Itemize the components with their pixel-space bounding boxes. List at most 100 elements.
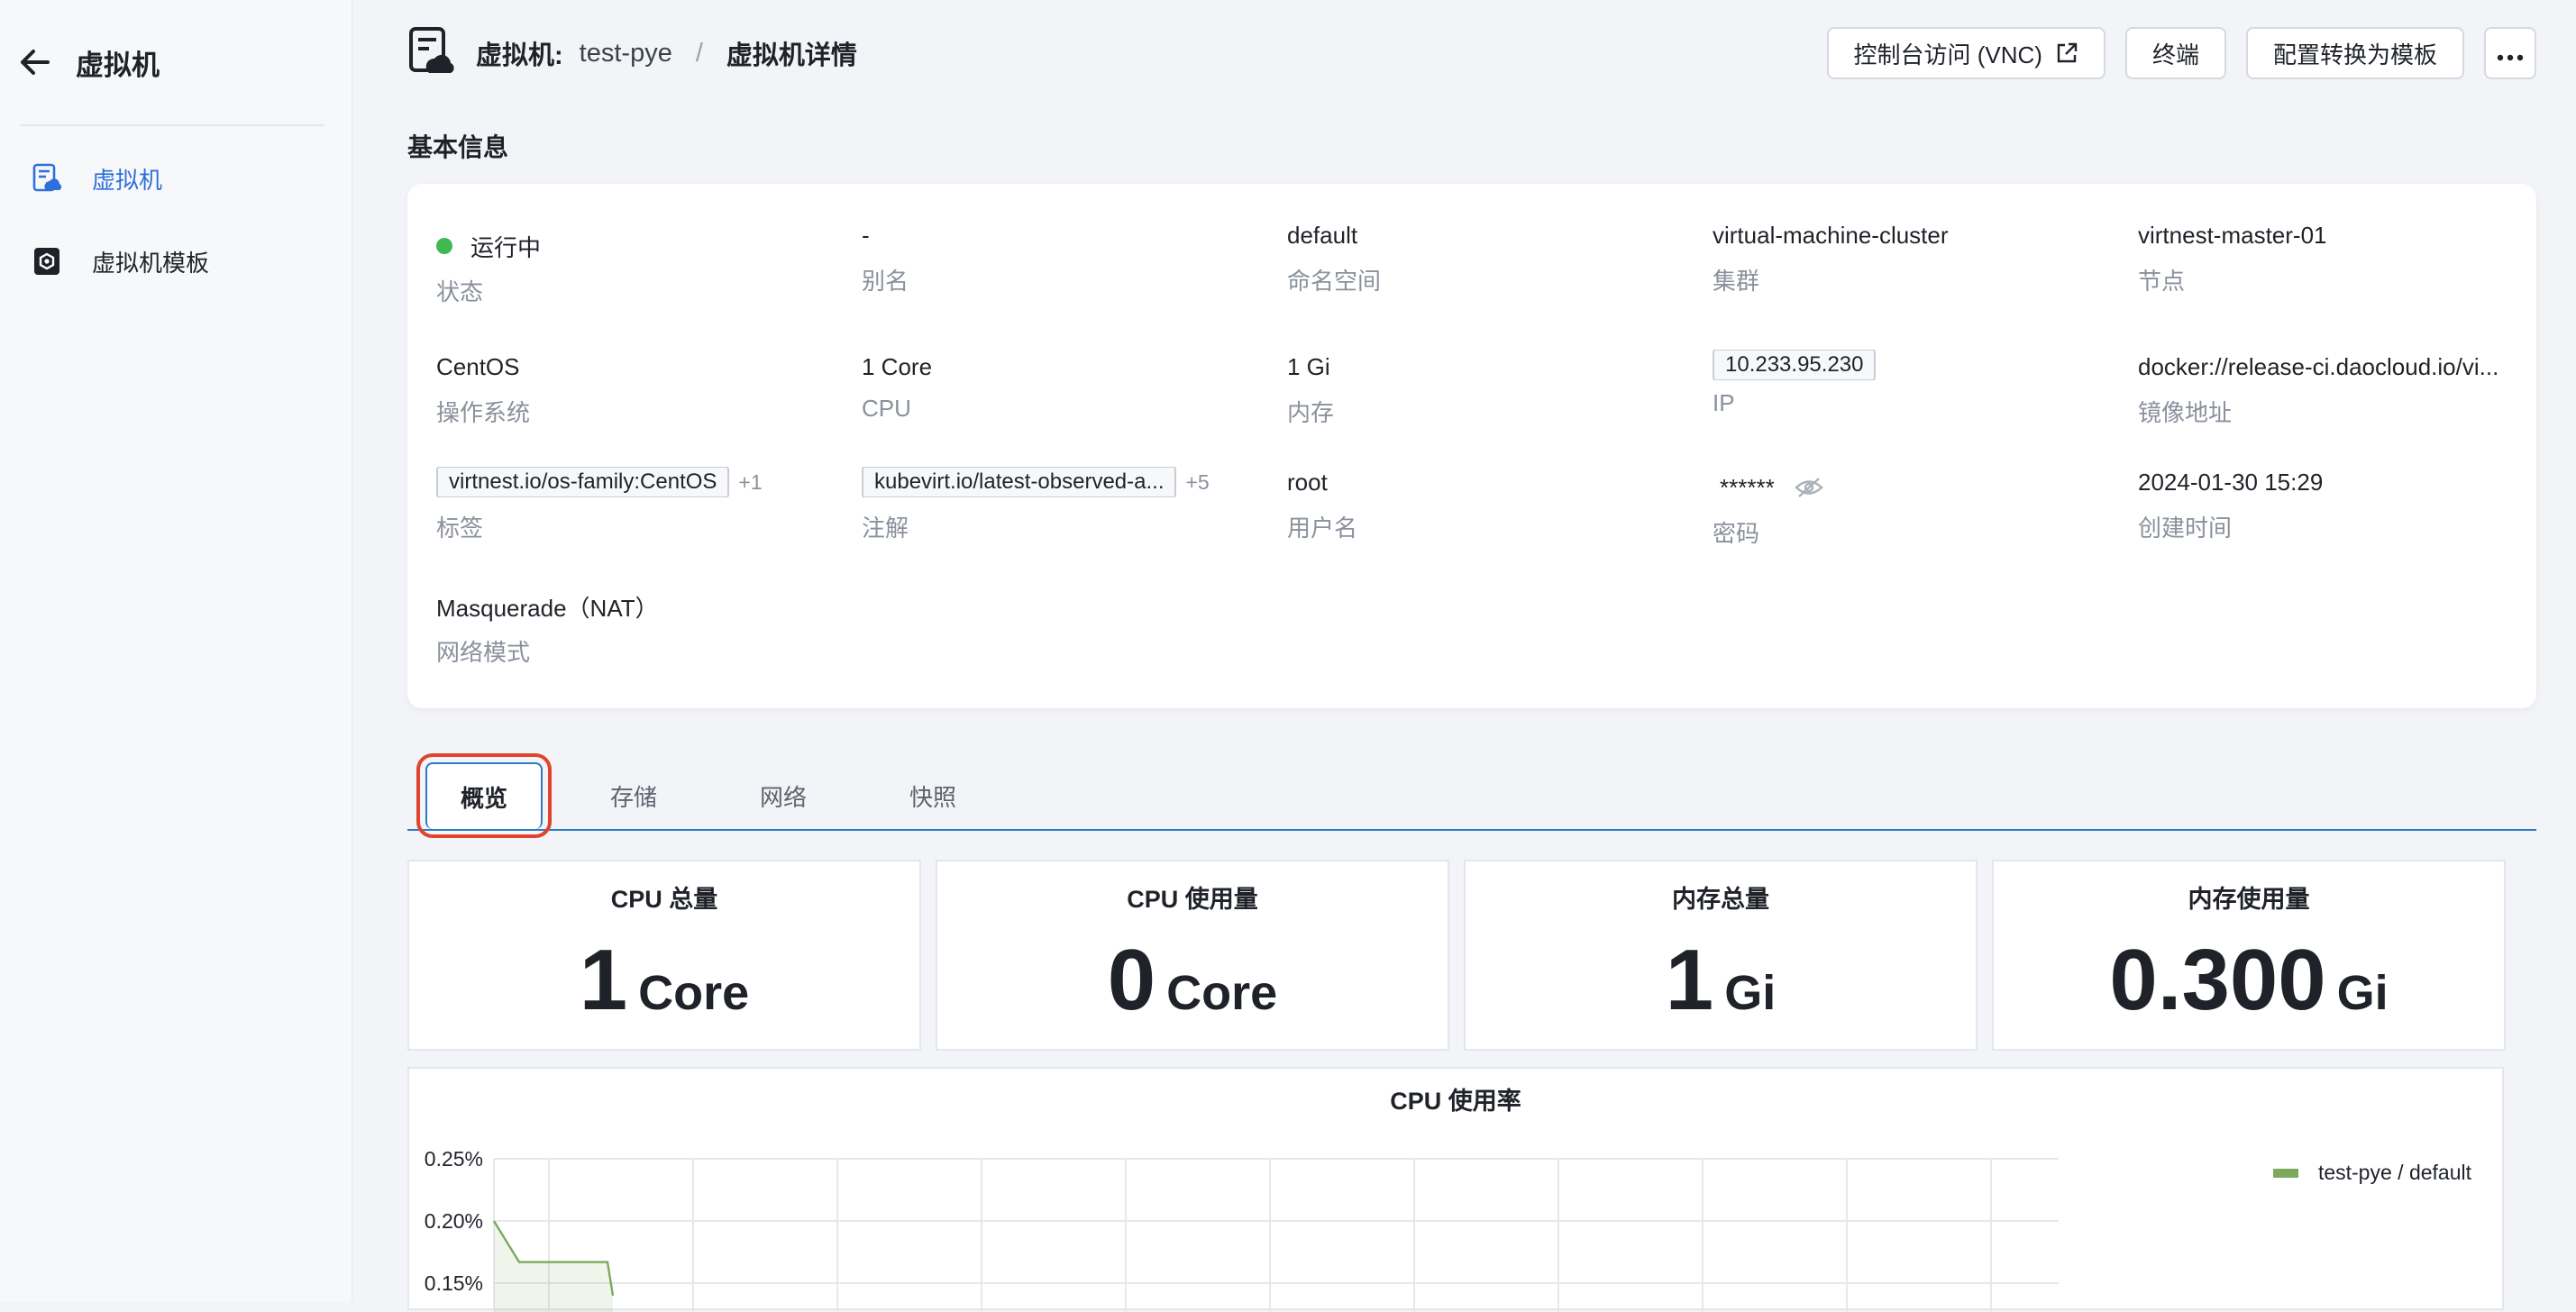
field-status: 运行中 状态 — [436, 227, 833, 307]
header-actions: 控制台访问 (VNC) 终端 配置转换为模板 — [1826, 27, 2536, 79]
sidebar-item-label: 虚拟机 — [92, 166, 163, 194]
tab-overview[interactable]: 概览 — [416, 753, 552, 838]
field-cpu: 1 Core CPU — [862, 351, 1258, 423]
stat-unit: Gi — [1724, 966, 1777, 1020]
y-tick-label: 0.20% — [425, 1209, 483, 1233]
stat-card-cpu-total: CPU 总量 1 Core — [407, 860, 921, 1051]
vm-detail-icon — [407, 26, 454, 81]
os-label: 操作系统 — [436, 399, 531, 426]
eye-hidden-icon[interactable] — [1794, 476, 1823, 499]
ip-tag[interactable]: 10.233.95.230 — [1713, 350, 1877, 380]
external-link-icon — [2055, 41, 2078, 65]
convert-to-template-button[interactable]: 配置转换为模板 — [2245, 27, 2464, 79]
sidebar-item-label: 虚拟机模板 — [92, 249, 210, 277]
password-label: 密码 — [1713, 520, 1760, 547]
vm-template-icon — [31, 245, 63, 278]
tab-snapshot[interactable]: 快照 — [863, 762, 1002, 829]
tab-storage[interactable]: 存储 — [564, 762, 703, 829]
labels-more-count[interactable]: +1 — [738, 470, 762, 495]
cluster-value: virtual-machine-cluster — [1713, 221, 1949, 249]
stat-unit: Core — [1166, 966, 1278, 1020]
annotation-tag[interactable]: kubevirt.io/latest-observed-a... — [862, 467, 1177, 497]
alias-label: 别名 — [862, 268, 909, 295]
field-image: docker://release-ci.daocloud.io/vi... 镜像… — [2138, 351, 2535, 428]
username-label: 用户名 — [1287, 515, 1358, 542]
labels-label: 标签 — [436, 515, 484, 542]
y-tick-label: 0.25% — [425, 1147, 483, 1171]
field-cluster: virtual-machine-cluster 集群 — [1713, 220, 2109, 296]
stat-card-memory-used: 内存使用量 0.300 Gi — [1992, 860, 2506, 1051]
more-dots-icon — [2497, 40, 2524, 68]
alias-value: - — [862, 221, 870, 249]
sidebar-item-vm-template[interactable]: 虚拟机模板 — [0, 220, 352, 303]
stat-value: 0.300 — [2109, 932, 2326, 1028]
namespace-label: 命名空间 — [1287, 268, 1382, 295]
label-tag[interactable]: virtnest.io/os-family:CentOS — [436, 467, 730, 497]
breadcrumb-separator: / — [695, 38, 703, 68]
stat-unit: Gi — [2336, 966, 2389, 1020]
stat-title: 内存使用量 — [2188, 886, 2310, 913]
memory-value: 1 Gi — [1287, 352, 1330, 380]
breadcrumb: 虚拟机: test-pye / 虚拟机详情 — [476, 34, 857, 72]
password-value: ****** — [1720, 473, 1775, 501]
ip-label: IP — [1713, 389, 1735, 416]
vm-cloud-icon — [31, 162, 63, 195]
breadcrumb-prefix[interactable]: 虚拟机: — [476, 34, 563, 72]
field-username: root 用户名 — [1287, 467, 1684, 543]
status-running-dot — [436, 238, 452, 254]
stat-card-memory-total: 内存总量 1 Gi — [1464, 860, 1978, 1051]
sidebar-header: 虚拟机 — [0, 0, 352, 124]
annotations-label: 注解 — [862, 515, 909, 542]
field-annotations: kubevirt.io/latest-observed-a... +5 注解 — [862, 467, 1258, 543]
field-memory: 1 Gi 内存 — [1287, 351, 1684, 428]
field-password: ****** 密码 — [1713, 472, 2109, 549]
legend-swatch — [2272, 1168, 2298, 1178]
series-area — [494, 1221, 613, 1312]
sidebar-item-vm[interactable]: 虚拟机 — [0, 137, 352, 220]
field-namespace: default 命名空间 — [1287, 220, 1684, 296]
basic-info-card: 运行中 状态 - 别名 default 命名空间 virtual-machine… — [407, 184, 2536, 708]
back-arrow-icon[interactable] — [16, 44, 52, 80]
image-value[interactable]: docker://release-ci.daocloud.io/vi... — [2138, 351, 2535, 382]
tab-network[interactable]: 网络 — [714, 762, 853, 829]
cpu-value: 1 Core — [862, 352, 933, 380]
stat-title: CPU 使用量 — [1127, 886, 1258, 913]
node-label: 节点 — [2138, 268, 2186, 295]
chart-legend[interactable]: test-pye / default — [2272, 1161, 2471, 1185]
terminal-button[interactable]: 终端 — [2124, 27, 2226, 79]
created-value: 2024-01-30 15:29 — [2138, 468, 2324, 496]
status-label: 状态 — [436, 278, 484, 305]
stat-title: 内存总量 — [1672, 886, 1769, 913]
network-mode-label: 网络模式 — [436, 639, 531, 666]
more-actions-button[interactable] — [2484, 27, 2536, 79]
legend-label: test-pye / default — [2317, 1161, 2471, 1184]
cluster-label: 集群 — [1713, 268, 1760, 295]
basic-info-title: 基本信息 — [407, 133, 509, 161]
y-tick-label: 0.15% — [425, 1271, 483, 1295]
stat-unit: Core — [638, 966, 750, 1020]
namespace-value: default — [1287, 221, 1358, 249]
annotations-more-count[interactable]: +5 — [1185, 470, 1209, 495]
image-label: 镜像地址 — [2138, 399, 2233, 426]
stat-card-cpu-used: CPU 使用量 0 Core — [936, 860, 1449, 1051]
main-content: 虚拟机: test-pye / 虚拟机详情 控制台访问 (VNC) 终端 配置转… — [353, 0, 2576, 1312]
stat-value: 1 — [579, 932, 628, 1028]
status-value: 运行中 — [470, 233, 542, 261]
stat-value: 0 — [1107, 932, 1156, 1028]
field-node: virtnest-master-01 节点 — [2138, 220, 2535, 296]
node-value: virtnest-master-01 — [2138, 221, 2327, 249]
network-mode-value: Masquerade（NAT） — [436, 594, 659, 622]
stat-title: CPU 总量 — [610, 886, 718, 913]
detail-tabs: 概览 存储 网络 快照 — [407, 753, 2536, 838]
field-os: CentOS 操作系统 — [436, 351, 833, 428]
cpu-label: CPU — [862, 395, 911, 422]
breadcrumb-vm-name[interactable]: test-pye — [580, 39, 672, 68]
username-value: root — [1287, 468, 1328, 496]
header: 虚拟机: test-pye / 虚拟机详情 控制台访问 (VNC) 终端 配置转… — [407, 25, 2536, 81]
vnc-button[interactable]: 控制台访问 (VNC) — [1826, 27, 2106, 79]
created-label: 创建时间 — [2138, 515, 2233, 542]
field-labels: virtnest.io/os-family:CentOS +1 标签 — [436, 467, 833, 543]
memory-label: 内存 — [1287, 399, 1335, 426]
stat-value: 1 — [1665, 932, 1714, 1028]
field-created: 2024-01-30 15:29 创建时间 — [2138, 467, 2535, 543]
